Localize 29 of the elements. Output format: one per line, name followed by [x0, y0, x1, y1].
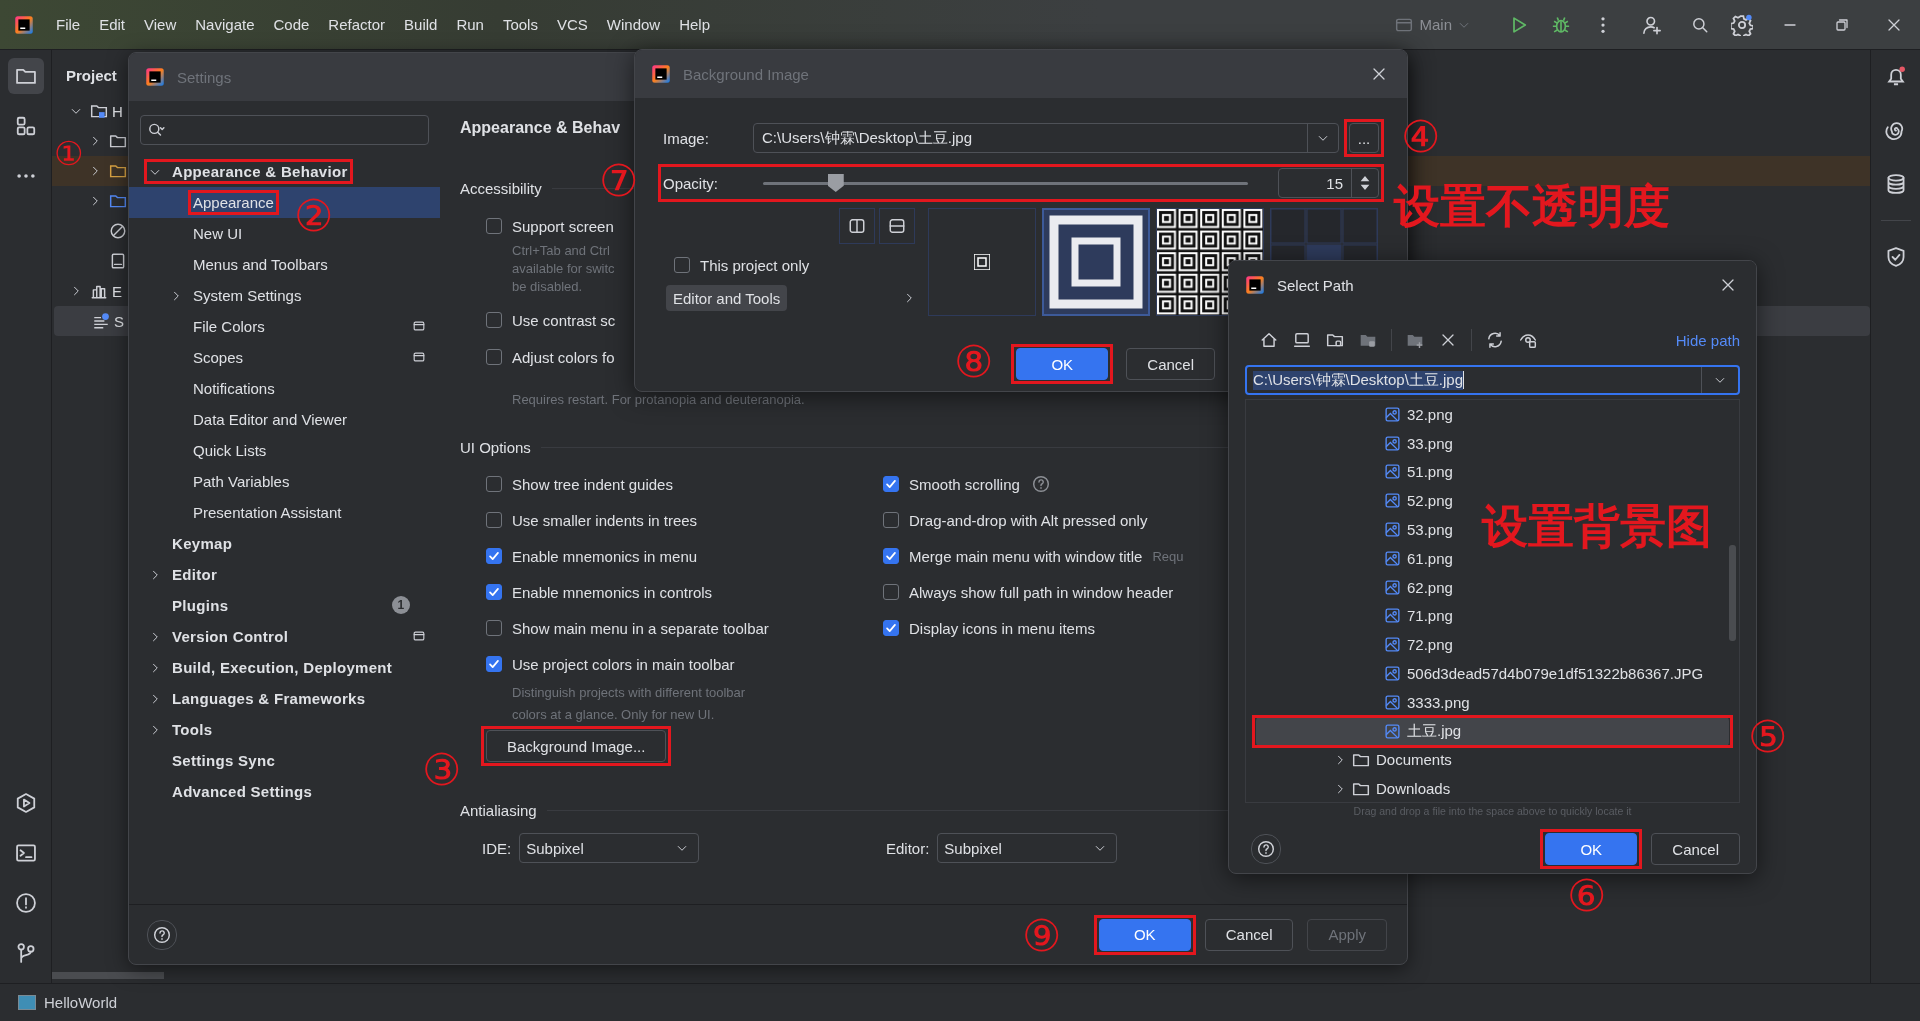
description-text: available for switc	[512, 260, 615, 278]
panel-title: Project	[65, 66, 117, 86]
field-label: Opacity:	[663, 174, 720, 192]
field-label: Image:	[663, 129, 710, 147]
description-text: Requires restart. For protanopia and deuteranopia.	[512, 391, 805, 409]
section-title: Accessibility	[460, 179, 542, 197]
callout-number: ⑧	[952, 336, 994, 386]
callout-number: ④	[1399, 111, 1441, 161]
callout-number: ⑥	[1565, 870, 1607, 920]
callout-number: ③	[420, 744, 462, 794]
dialog-title: Settings	[177, 68, 232, 86]
description-text: be disabled.	[512, 278, 583, 296]
callout-number: ⑨	[1020, 910, 1062, 960]
description-text: Ctrl+Tab and Ctrl	[512, 242, 610, 260]
annotation-caption: 设置背景图	[1482, 500, 1712, 552]
dialog-title: Background Image	[683, 65, 809, 83]
hint-text: Requ	[1152, 548, 1184, 564]
section-title: UI Options	[460, 438, 531, 456]
callout-number: ①	[53, 134, 84, 174]
page-heading: Appearance & Behav	[460, 118, 621, 138]
field-label: IDE:	[482, 839, 512, 857]
dialog-title: Select Path	[1277, 276, 1354, 294]
count-badge: 1	[392, 596, 410, 614]
callout-number: ⑤	[1746, 711, 1788, 761]
description-text: Distinguish projects with different toolbar colors at a glance. Only for new UI.	[512, 684, 747, 724]
field-label: Editor:	[886, 839, 930, 857]
annotation-caption: 设置不透明度	[1394, 180, 1670, 232]
section-title: Antialiasing	[460, 801, 537, 819]
callout-number: ⑦	[597, 155, 639, 205]
